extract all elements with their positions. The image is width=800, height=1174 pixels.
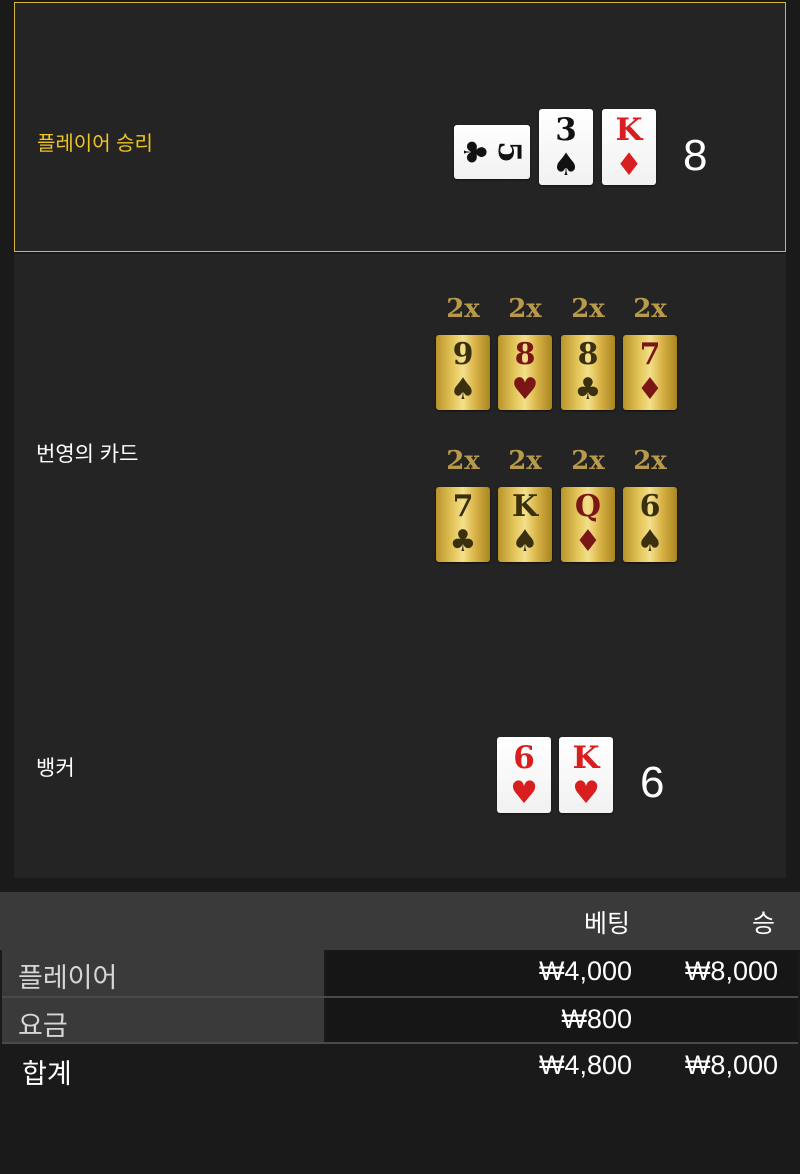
card-rank: K	[511, 489, 539, 524]
card-rank: 9	[452, 337, 474, 372]
player-win-label: 플레이어 승리	[37, 133, 153, 155]
card-rank: 8	[577, 337, 599, 372]
total-win-value: ₩8,000	[684, 1050, 778, 1080]
spade-icon: ♠	[449, 372, 477, 407]
heart-icon: ♥	[510, 775, 538, 811]
lucky-card: 8 ♥	[498, 335, 552, 410]
card-rank: Q	[574, 489, 602, 524]
row-label: 요금	[18, 1011, 68, 1041]
diamond-icon: ♦	[615, 147, 643, 183]
player-hand-panel: 플레이어 승리 5 ♣ 3 ♠ K ♦ 8	[14, 2, 786, 252]
table-row: 요금 ₩800	[0, 998, 800, 1044]
table-header: 베팅 승	[0, 892, 800, 950]
table-row: 플레이어 ₩4,000 ₩8,000	[0, 950, 800, 996]
bet-column-header: 베팅	[584, 910, 631, 938]
lucky-card: K ♠	[498, 487, 552, 562]
multiplier-badge: 2x	[571, 294, 605, 324]
card-rank: K	[615, 112, 643, 148]
multiplier-badge: 2x	[446, 446, 480, 476]
heart-icon: ♥	[511, 372, 539, 407]
card-rank: K	[572, 740, 600, 776]
win-column-header: 승	[752, 910, 776, 938]
diamond-icon: ♦	[636, 372, 664, 407]
lucky-card: 7 ♦	[623, 335, 677, 410]
card-rank: 7	[639, 337, 661, 372]
player-card-3: K ♦	[602, 109, 656, 185]
player-card-2: 3 ♠	[539, 109, 593, 185]
row-label-cell: 요금	[2, 998, 324, 1044]
total-bet-value: ₩4,800	[538, 1050, 632, 1080]
lucky-cards-label: 번영의 카드	[36, 443, 139, 466]
player-total: 8	[683, 131, 708, 180]
multiplier-badge: 2x	[633, 294, 667, 324]
win-value: ₩8,000	[684, 956, 778, 986]
player-card-1: 5 ♣	[454, 125, 530, 179]
card-rank: 8	[514, 337, 536, 372]
lucky-card: 9 ♠	[436, 335, 490, 410]
card-rank: 3	[555, 112, 577, 148]
multiplier-badge: 2x	[571, 446, 605, 476]
spade-icon: ♠	[552, 147, 580, 183]
multiplier-badge: 2x	[446, 294, 480, 324]
banker-card-2: K ♥	[559, 737, 613, 813]
multiplier-badge: 2x	[508, 294, 542, 324]
banker-hand-panel: 뱅커 6 ♥ K ♥ 6	[14, 658, 786, 878]
table-total-row: 합계 ₩4,800 ₩8,000	[0, 1044, 800, 1090]
bet-value: ₩800	[561, 1004, 632, 1034]
heart-icon: ♥	[572, 775, 600, 811]
club-icon: ♣	[574, 372, 602, 407]
banker-total: 6	[640, 758, 665, 807]
lucky-card: 8 ♣	[561, 335, 615, 410]
club-icon: ♣	[449, 524, 477, 559]
bet-value: ₩4,000	[538, 956, 632, 986]
row-label-cell: 플레이어	[2, 950, 324, 996]
club-icon: ♣	[456, 138, 492, 166]
bet-summary-table: 베팅 승 플레이어 ₩4,000 ₩8,000 요금 ₩800 합계 ₩4,80…	[0, 892, 800, 1174]
banker-card-1: 6 ♥	[497, 737, 551, 813]
lucky-card: 6 ♠	[623, 487, 677, 562]
spade-icon: ♠	[636, 524, 664, 559]
row-label: 플레이어	[18, 963, 118, 993]
card-rank: 6	[513, 740, 535, 776]
card-rank: 7	[452, 489, 474, 524]
multiplier-badge: 2x	[508, 446, 542, 476]
card-rank: 6	[639, 489, 661, 524]
lucky-cards-panel: 번영의 카드 2x 2x 2x 2x 9 ♠ 8 ♥ 8 ♣ 7 ♦ 2x 2x…	[14, 254, 786, 658]
spade-icon: ♠	[511, 524, 539, 559]
total-label: 합계	[22, 1059, 72, 1089]
card-rank: 5	[491, 141, 527, 163]
lucky-card: 7 ♣	[436, 487, 490, 562]
multiplier-badge: 2x	[633, 446, 667, 476]
diamond-icon: ♦	[574, 524, 602, 559]
banker-label: 뱅커	[36, 757, 75, 780]
lucky-card: Q ♦	[561, 487, 615, 562]
